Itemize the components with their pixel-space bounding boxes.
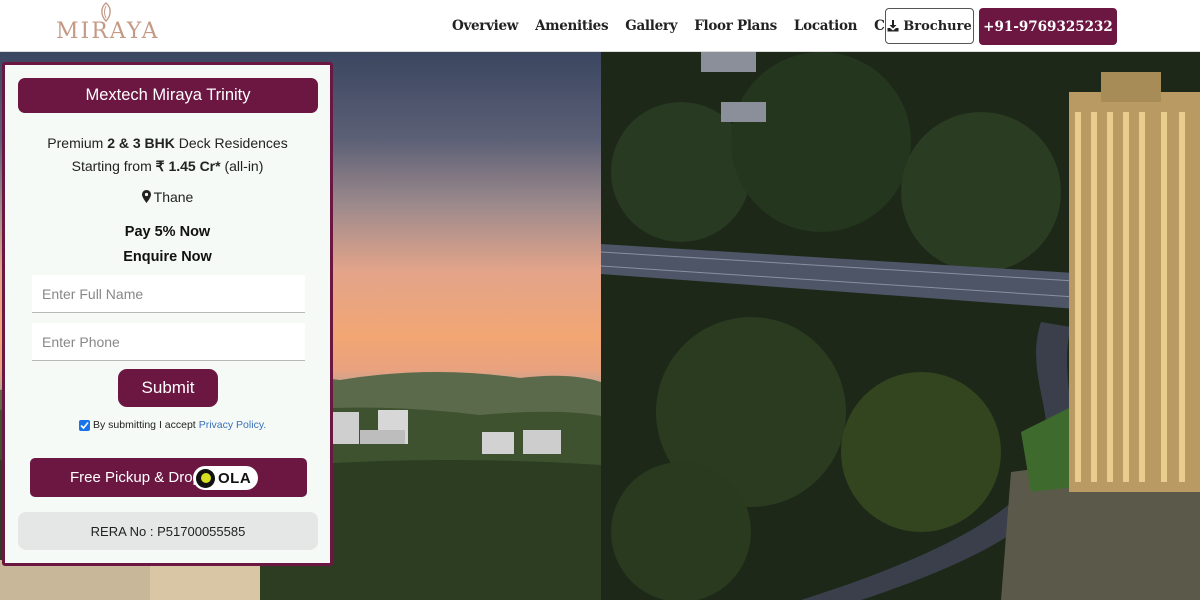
price-text: Starting from ₹ 1.45 Cr* (all-in) xyxy=(71,158,264,174)
download-icon xyxy=(887,20,899,32)
ola-logo: OLA xyxy=(193,466,258,490)
aerial-render-image xyxy=(601,52,1200,600)
location-text: Thane xyxy=(5,189,330,205)
submit-button[interactable]: Submit xyxy=(118,369,218,407)
consent-text: By submitting I accept xyxy=(93,419,196,431)
map-pin-icon xyxy=(141,190,151,203)
rera-number: RERA No : P51700055585 xyxy=(18,512,318,550)
enquire-heading: Enquire Now xyxy=(123,249,212,265)
site-header: MIRAYA Overview Amenities Gallery Floor … xyxy=(0,0,1200,52)
ola-icon xyxy=(196,468,215,488)
main-nav: Overview Amenities Gallery Floor Plans L… xyxy=(452,0,948,52)
full-name-input[interactable] xyxy=(32,275,305,313)
ola-text: OLA xyxy=(218,469,252,487)
logo-text: MIRAYA xyxy=(56,19,160,44)
consent-row: By submitting I accept Privacy Policy. xyxy=(79,419,266,431)
nav-floor-plans[interactable]: Floor Plans xyxy=(694,18,777,34)
nav-overview[interactable]: Overview xyxy=(452,18,518,34)
pickup-label: Free Pickup & Drop xyxy=(70,469,201,486)
free-pickup-button[interactable]: Free Pickup & Drop OLA xyxy=(30,458,307,497)
phone-button[interactable]: +91-9769325232 xyxy=(979,8,1117,45)
brochure-label: Brochure xyxy=(903,18,972,34)
configuration-text: Premium 2 & 3 BHK Deck Residences xyxy=(47,135,288,151)
nav-amenities[interactable]: Amenities xyxy=(535,18,608,34)
consent-checkbox[interactable] xyxy=(79,419,90,431)
nav-gallery[interactable]: Gallery xyxy=(625,18,677,34)
check-icon xyxy=(80,421,89,429)
nav-location[interactable]: Location xyxy=(794,18,858,34)
phone-input[interactable] xyxy=(32,323,305,361)
brochure-button[interactable]: Brochure xyxy=(885,8,974,44)
privacy-policy-link[interactable]: Privacy Policy. xyxy=(199,419,267,431)
miraya-logo[interactable]: MIRAYA xyxy=(56,2,160,48)
offer-text: Pay 5% Now xyxy=(124,224,211,240)
enquiry-form-card: Mextech Miraya Trinity Premium 2 & 3 BHK… xyxy=(2,62,333,566)
project-title: Mextech Miraya Trinity xyxy=(18,78,318,113)
hero-photo-aerial xyxy=(601,52,1200,600)
